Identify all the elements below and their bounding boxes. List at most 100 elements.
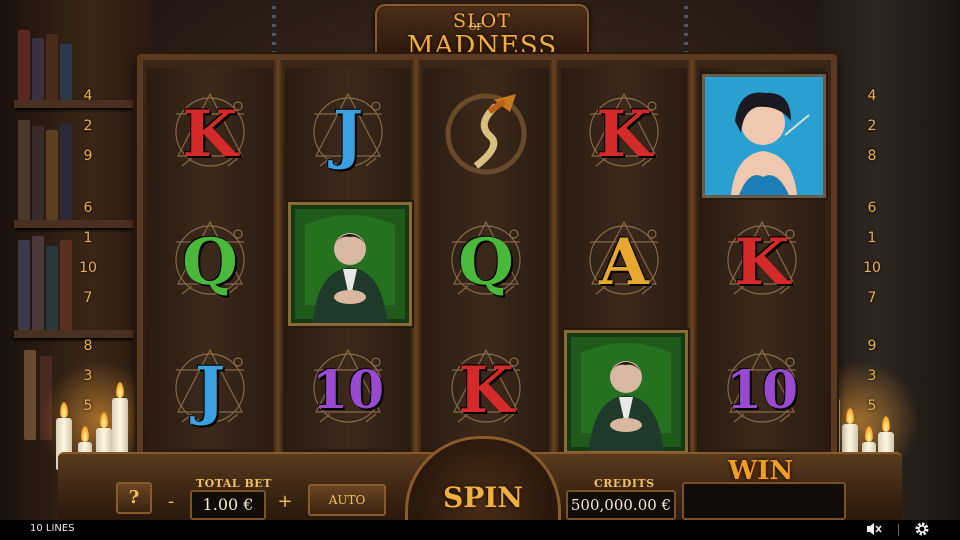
payline-number: 4 — [867, 88, 877, 104]
symbol-q: Q — [426, 202, 546, 322]
book — [46, 130, 58, 220]
win-value — [682, 482, 846, 520]
payline-number: 5 — [867, 398, 877, 414]
increase-bet-button[interactable]: + — [274, 492, 296, 514]
payline-number: 7 — [83, 290, 93, 306]
autoplay-button[interactable]: AUTO — [308, 484, 386, 516]
payline-number: 10 — [79, 260, 97, 276]
payline-number: 3 — [83, 368, 93, 384]
hanging-chain — [684, 0, 688, 52]
payline-number: 3 — [867, 368, 877, 384]
symbol-man-in-chair — [288, 202, 412, 326]
book — [60, 44, 72, 100]
symbol-10: 10 — [288, 330, 408, 450]
candle-flame — [846, 408, 854, 424]
symbol-letter: K — [182, 96, 238, 172]
status-bar: 10 LINES — [0, 520, 960, 540]
symbol-letter: A — [599, 224, 649, 300]
candle-flame — [116, 382, 124, 398]
payline-number: 6 — [83, 200, 93, 216]
book — [32, 38, 44, 100]
game-stage: SLOT OF MADNESS K Q J J 10 Q K K A K 10 4 2 9 6 1 10 7 8 3… — [0, 0, 960, 540]
status-divider — [898, 524, 899, 536]
symbol-k: K — [150, 74, 270, 194]
reel-4: KA — [561, 68, 688, 454]
symbol-10: 10 — [702, 330, 822, 450]
credits-label: CREDITS — [594, 477, 655, 490]
reel-2: J 10 — [285, 68, 412, 450]
candle-flame — [865, 426, 873, 442]
reel-divider — [273, 60, 283, 457]
candle-flame — [60, 402, 68, 418]
symbol-q: Q — [150, 202, 270, 322]
help-button[interactable]: ? — [116, 482, 152, 514]
payline-number: 8 — [867, 148, 877, 164]
symbol-wavy-dagger — [426, 74, 546, 194]
book — [46, 34, 58, 100]
book — [46, 246, 58, 330]
speaker-muted-icon[interactable] — [864, 521, 884, 539]
game-title-logo: SLOT OF MADNESS — [375, 4, 589, 61]
reel-divider — [687, 60, 697, 457]
symbol-letter: 10 — [725, 359, 799, 421]
book — [18, 240, 30, 330]
lady-in-blue-portrait — [702, 74, 826, 198]
hanging-chain — [272, 0, 276, 52]
reel-divider — [411, 60, 421, 457]
payline-number: 2 — [83, 118, 93, 134]
symbol-j: J — [150, 330, 270, 450]
reel-1: KQJ — [147, 68, 273, 449]
gear-icon[interactable] — [912, 521, 932, 539]
bet-value: 1.00 € — [190, 490, 266, 520]
payline-number: 9 — [867, 338, 877, 354]
book — [18, 30, 30, 100]
payline-number: 10 — [863, 260, 881, 276]
symbol-k: K — [564, 74, 684, 194]
book — [18, 120, 30, 220]
payline-number: 8 — [83, 338, 93, 354]
symbol-letter: J — [332, 96, 364, 172]
shelf — [14, 100, 134, 108]
payline-number: 7 — [867, 290, 877, 306]
symbol-a: A — [564, 202, 684, 322]
reels-frame: K Q J J 10 Q K K A K 10 — [137, 54, 837, 463]
payline-number: 1 — [83, 230, 93, 246]
payline-number: 5 — [83, 398, 93, 414]
payline-number: 2 — [867, 118, 877, 134]
man-in-chair-portrait — [564, 330, 688, 454]
book — [32, 126, 44, 220]
payline-number: 1 — [867, 230, 877, 246]
lines-count-label: 10 LINES — [30, 523, 75, 534]
payline-number: 9 — [83, 148, 93, 164]
man-in-chair-portrait — [288, 202, 412, 326]
payline-number: 6 — [867, 200, 877, 216]
book — [32, 236, 44, 330]
symbol-letter: 10 — [311, 359, 385, 421]
symbol-k: K — [702, 202, 822, 322]
win-label: WIN — [728, 456, 794, 486]
symbol-j: J — [288, 74, 408, 194]
total-bet-label: TOTAL BET — [196, 477, 272, 490]
decrease-bet-button[interactable]: - — [160, 492, 182, 514]
symbol-k: K — [426, 330, 546, 450]
candle-flame — [100, 412, 108, 428]
symbol-letter: K — [734, 224, 790, 300]
reel-divider — [549, 60, 559, 457]
candle-flame — [81, 426, 89, 442]
reel-5: K 10 — [699, 68, 826, 450]
payline-number: 4 — [83, 88, 93, 104]
credits-value: 500,000.00 € — [566, 490, 676, 520]
book — [60, 124, 72, 220]
reel-3: QK — [423, 68, 549, 449]
symbol-man-in-chair — [564, 330, 688, 454]
dagger-icon — [445, 93, 527, 175]
symbol-letter: Q — [458, 224, 514, 300]
shelf — [14, 220, 134, 228]
symbol-letter: Q — [182, 224, 238, 300]
symbol-letter: K — [596, 96, 652, 172]
book — [60, 240, 72, 330]
book — [24, 350, 36, 440]
candle-flame — [882, 416, 890, 432]
symbol-lady-in-blue — [702, 74, 826, 198]
symbol-letter: K — [458, 352, 514, 428]
